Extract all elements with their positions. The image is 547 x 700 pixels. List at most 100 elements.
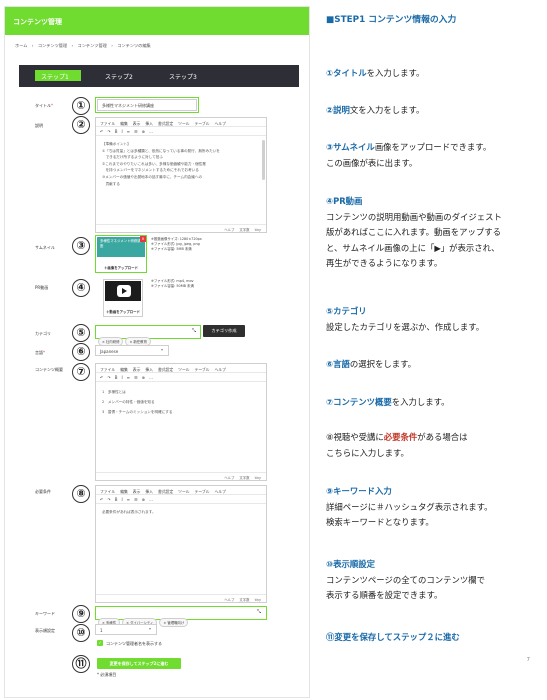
pr-info: ※ファイル形式: mp4, mov ※ファイル容量: 50MB 未満 <box>151 279 194 288</box>
requirements-body[interactable]: 必要条件があれば表示されます。 <box>96 504 266 521</box>
badge-11: ⑪ <box>72 655 90 673</box>
list-icon[interactable]: ☰ <box>134 129 138 134</box>
screenshot-panel: コンテンツ管理 ホーム › コンテンツ管理 › コンテンツ管理 › コンテンツの… <box>4 6 310 698</box>
menu-help[interactable]: ヘルプ <box>215 121 226 126</box>
instruction-5: ⑤カテゴリ 設定したカテゴリを選ぶか、作成します。 <box>326 306 485 332</box>
thumb-label: サムネイル <box>35 245 55 250</box>
instruction-2: ②説明文を入力をします。 <box>326 105 425 115</box>
editor-toolbar: ↶ ↷ B I ≡ ☰ ⊕… <box>96 373 266 382</box>
insert-icon[interactable]: ⊕ <box>142 129 145 134</box>
order-select[interactable]: 1 <box>95 624 157 635</box>
requirements-editor[interactable]: ファイル 編集 表示 挿入 書式設定 ツール テーブル ヘルプ ↶ ↷ B I ≡ ☰ ⊕… 必要条件があ… <box>95 485 267 603</box>
desc-line: ③メンバーの価値や出発地本の話す最中に、チーム内会議への <box>102 174 203 179</box>
req-label: 必要条件 <box>35 489 51 494</box>
editor-menubar: ファイル 編集 表示 挿入 書式設定 ツール テーブル ヘルプ <box>96 364 266 373</box>
badge-9: ⑨ <box>72 605 90 623</box>
description-editor[interactable]: ファイル 編集 表示 挿入 書式設定 ツール テーブル ヘルプ ↶ ↷ B I ≡ ☰ ⊕ … 【準備ポイン… <box>95 117 267 233</box>
menu-edit[interactable]: 編集 <box>120 121 128 126</box>
lang-label: 言語* <box>35 350 45 355</box>
tab-step2[interactable]: ステップ2 <box>99 70 145 81</box>
keyword-tag[interactable]: × 管理職向け <box>159 618 189 627</box>
tab-step3[interactable]: ステップ3 <box>163 70 209 81</box>
summary-body[interactable]: 1 多様性とは 2 メンバーの特性・価値を知る 3 習慣・チームのミッションを明… <box>96 382 266 422</box>
page-number: 7 <box>526 657 531 663</box>
pin-icon[interactable]: ⤡ <box>192 328 196 334</box>
summary-line: 2 メンバーの特性・価値を知る <box>102 400 155 404</box>
summary-line: 3 習慣・チームのミッションを明確にする <box>102 410 173 414</box>
badge-3: ③ <box>72 237 90 255</box>
chevron-down-icon[interactable]: ▾ <box>149 626 151 631</box>
breadcrumb-sep: › <box>71 43 74 48</box>
bold-icon[interactable]: B <box>115 129 118 134</box>
instruction-1: ①タイトルを入力します。 <box>326 68 425 78</box>
menu-format[interactable]: 書式設定 <box>158 121 173 126</box>
delete-icon[interactable]: × <box>140 236 146 242</box>
editor-footer: ヘルプ 文字数 tiny <box>96 472 266 480</box>
more-icon[interactable]: … <box>149 129 153 134</box>
create-category-button[interactable]: カテゴリ作成 <box>203 325 245 337</box>
menu-tools[interactable]: ツール <box>178 121 189 126</box>
word-count: 文字数 <box>239 228 250 232</box>
editor-footer: ヘルプ 文字数 tiny <box>96 594 266 602</box>
editor-toolbar: ↶ ↷ B I ≡ ☰ ⊕… <box>96 495 266 504</box>
step-tabs: ステップ1 ステップ2 ステップ3 <box>19 65 299 87</box>
content-form: タイトル* ① 多様性マネジメント研修講座 説明 ② ファイル 編集 表示 挿入 書式設… <box>19 87 299 697</box>
title-label: タイトル* <box>35 103 53 108</box>
instruction-3: ③サムネイル画像をアップロードできます。 この画像が表に出ます。 <box>326 142 492 168</box>
redo-icon[interactable]: ↷ <box>107 129 110 134</box>
required-note: * 必須項目 <box>97 672 117 677</box>
align-icon[interactable]: ≡ <box>127 129 130 134</box>
editor-scrollbar[interactable] <box>262 140 265 180</box>
tab-step1[interactable]: ステップ1 <box>35 70 81 81</box>
badge-1: ① <box>72 97 90 115</box>
pr-label: PR動画 <box>35 285 49 290</box>
pr-upload-button[interactable]: ＋動画をアップロード <box>104 309 142 314</box>
app-header-title: コンテンツ管理 <box>13 18 62 26</box>
editor-menubar: ファイル 編集 表示 挿入 書式設定 ツール テーブル ヘルプ <box>96 486 266 495</box>
undo-icon[interactable]: ↶ <box>100 129 103 134</box>
breadcrumb-item: コンテンツの編集 <box>117 43 151 48</box>
instruction-6: ⑥言語の選択をします。 <box>326 359 417 369</box>
menu-table[interactable]: テーブル <box>195 121 210 126</box>
menu-view[interactable]: 表示 <box>133 121 141 126</box>
breadcrumb-item[interactable]: ホーム <box>15 43 27 48</box>
app-header: コンテンツ管理 <box>5 7 309 35</box>
desc-label: 説明 <box>35 123 43 128</box>
play-icon[interactable] <box>117 285 131 297</box>
desc-line: 【準備ポイント】 <box>102 142 131 146</box>
editor-help-link[interactable]: ヘルプ <box>224 228 234 232</box>
badge-5: ⑤ <box>72 324 90 342</box>
breadcrumb-sep: › <box>31 43 34 48</box>
summary-editor[interactable]: ファイル 編集 表示 挿入 書式設定 ツール テーブル ヘルプ ↶ ↷ B I ≡ ☰ ⊕… 1 多様性と… <box>95 363 267 481</box>
kw-label: キーワード <box>35 611 55 616</box>
instruction-8: ⑧視聴や受講に必要条件がある場合は こちらに入力します。 <box>326 432 468 458</box>
summary-line: 1 多様性とは <box>102 390 126 394</box>
video-preview <box>105 281 141 301</box>
pin-icon[interactable]: ⤡ <box>257 609 261 615</box>
italic-icon[interactable]: I <box>121 129 122 134</box>
summary-label: コンテンツ概要 <box>35 367 63 372</box>
instructions-panel: ■STEP1 コンテンツ情報の入力 ①タイトルを入力します。 ②説明文を入力をし… <box>326 0 544 700</box>
breadcrumb-item[interactable]: コンテンツ管理 <box>78 43 107 48</box>
chevron-down-icon[interactable]: ▾ <box>161 347 163 352</box>
menu-insert[interactable]: 挿入 <box>145 121 153 126</box>
thumb-upload-button[interactable]: ＋画像をアップロード <box>96 265 146 270</box>
desc-line: できるだけ所するように対して拍ふ <box>102 155 163 160</box>
editor-footer: ヘルプ 文字数 tiny <box>96 224 266 232</box>
description-body[interactable]: 【準備ポイント】 ①「ちは質量」とは多種類と、依然になっている事の発行、無所みた… <box>96 136 266 192</box>
badge-8: ⑧ <box>72 485 90 503</box>
pr-video-box[interactable]: ＋動画をアップロード <box>103 279 143 317</box>
breadcrumb-item[interactable]: コンテンツ管理 <box>38 43 67 48</box>
desc-line: ①「ちは質量」とは多種類と、依然になっている事の発行、無所みたいを <box>102 148 220 153</box>
badge-6: ⑥ <box>72 343 90 361</box>
save-next-button[interactable]: 変更を保存してステップ2に進む <box>97 658 181 669</box>
show-manager-checkbox[interactable]: ✓ <box>97 640 103 646</box>
instruction-7: ⑦コンテンツ概要を入力します。 <box>326 397 450 407</box>
menu-file[interactable]: ファイル <box>100 121 115 126</box>
title-input[interactable]: 多様性マネジメント研修講座 <box>97 99 197 111</box>
language-select[interactable]: Japanese <box>95 345 169 356</box>
req-line: 必要条件があれば表示されます。 <box>102 510 156 514</box>
thumbnail-image: 多様性マネジメント研修講座 <box>97 237 145 257</box>
breadcrumb-sep: › <box>111 43 113 48</box>
editor-menubar: ファイル 編集 表示 挿入 書式設定 ツール テーブル ヘルプ <box>96 118 266 127</box>
